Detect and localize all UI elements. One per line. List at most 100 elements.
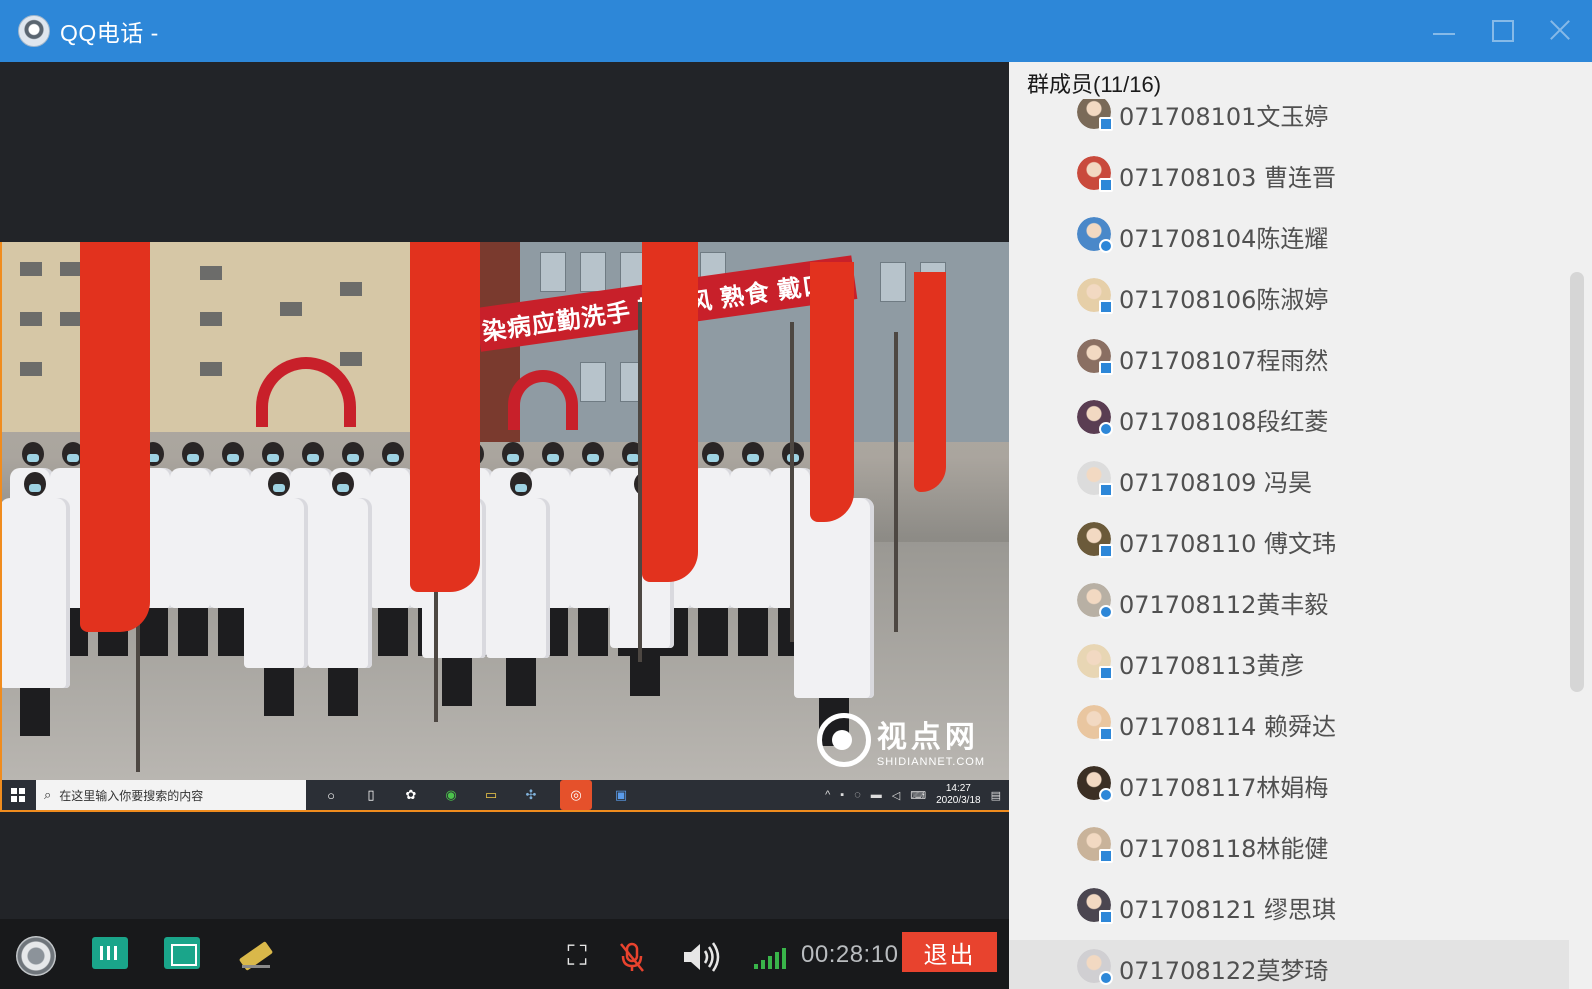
mobile-badge-icon xyxy=(1099,788,1113,802)
tray-battery-icon[interactable]: ▬ xyxy=(871,789,882,801)
search-icon: ⌕ xyxy=(44,787,52,802)
member-list-item[interactable]: 071708108段红菱 xyxy=(1077,391,1567,447)
mobile-badge-icon xyxy=(1099,239,1113,253)
member-list-item[interactable]: 071708114 赖舜达 xyxy=(1077,696,1567,752)
member-list-item[interactable]: 071708104陈连耀 xyxy=(1077,208,1567,264)
shared-photo: 染病应勤洗手 勤通风 熟食 戴口罩 xyxy=(0,242,1009,780)
window-controls xyxy=(1430,16,1574,44)
tray-network-icon[interactable]: ◌ xyxy=(854,789,861,801)
tray-keyboard-icon[interactable]: ⌨ xyxy=(910,789,926,802)
member-list-item[interactable]: 071708103 曹连晋 xyxy=(1077,147,1567,203)
folder-icon[interactable]: ▭ xyxy=(480,784,502,806)
mobile-badge-icon xyxy=(1099,178,1113,192)
browser-icon[interactable]: ◉ xyxy=(440,784,462,806)
call-timer: 00:28:10 xyxy=(801,941,899,968)
fullscreen-icon[interactable]: ⛶ xyxy=(562,940,592,971)
member-list-item[interactable]: 071708122莫梦琦 xyxy=(1009,940,1569,989)
remote-taskbar: ⌕ 在这里输入你要搜索的内容 ○ ▯ ✿ ◉ ▭ ✣ ◎ ▣ ^ ▪ ◌ ▬ ◁… xyxy=(0,780,1009,812)
member-name: 071708107程雨然 xyxy=(1119,346,1329,375)
share-border-accent xyxy=(0,242,2,812)
mobile-badge-icon xyxy=(1099,971,1113,985)
member-name: 071708103 曹连晋 xyxy=(1119,163,1337,192)
member-name: 071708104陈连耀 xyxy=(1119,224,1329,253)
member-name: 071708110 傅文玮 xyxy=(1119,529,1337,558)
member-panel: 群成员(11/16) 071708101文玉婷 071708103 曹连晋 0717… xyxy=(1009,62,1592,989)
taskbar-time: 14:27 xyxy=(945,783,971,794)
tray-chevron-icon[interactable]: ^ xyxy=(825,789,830,801)
member-name: 071708117林娟梅 xyxy=(1119,773,1329,802)
member-list-item[interactable]: 071708121 缪思琪 xyxy=(1077,879,1567,935)
exit-call-button[interactable]: 退出 xyxy=(902,932,997,972)
mobile-badge-icon xyxy=(1099,910,1113,924)
member-list-item[interactable]: 071708110 傅文玮 xyxy=(1077,513,1567,569)
pinwheel-app-icon[interactable]: ✿ xyxy=(400,784,422,806)
member-name: 071708118林能健 xyxy=(1119,834,1329,863)
qq-call-window: QQ电话 - 染病应勤洗手 熟食 视点网 SHIDIANNET.COM ⌕ 在这… xyxy=(0,0,1592,989)
camera-icon[interactable] xyxy=(16,936,56,976)
title-bar: QQ电话 - xyxy=(0,0,1592,62)
member-name: 071708121 缪思琪 xyxy=(1119,895,1337,924)
taskbar-date: 2020/3/18 xyxy=(936,795,981,806)
member-list-item[interactable]: 071708117林娟梅 xyxy=(1077,757,1567,813)
member-name: 071708108段红菱 xyxy=(1119,407,1329,436)
notification-icon[interactable]: ▤ xyxy=(991,789,1001,802)
demo-window-icon[interactable] xyxy=(164,937,200,969)
member-list-scrollbar[interactable] xyxy=(1570,272,1584,692)
watermark-text: 视点网 xyxy=(876,721,979,754)
mobile-badge-icon xyxy=(1099,727,1113,741)
mic-muted-icon[interactable] xyxy=(614,939,650,975)
photo-watermark: 视点网 SHIDIANNET.COM xyxy=(816,712,985,768)
mobile-badge-icon xyxy=(1099,300,1113,314)
member-name: 071708101文玉婷 xyxy=(1119,102,1329,131)
minimize-icon[interactable] xyxy=(1430,16,1458,44)
member-list[interactable]: 071708101文玉婷 071708103 曹连晋 071708104陈连耀 071… xyxy=(1009,92,1569,989)
member-list-item[interactable]: 071708107程雨然 xyxy=(1077,330,1567,386)
taskbar-search-box[interactable]: ⌕ 在这里输入你要搜索的内容 xyxy=(36,780,306,810)
watermark-logo-icon xyxy=(816,713,871,767)
video-area: 染病应勤洗手 勤通风 熟食 戴口罩 xyxy=(0,62,1009,919)
call-toolbar: ⛶ 00:28:10 退出 xyxy=(0,919,1009,989)
taskbar-apps: ○ ▯ ✿ ◉ ▭ ✣ ◎ ▣ xyxy=(320,780,632,810)
qq-call-logo-icon xyxy=(18,15,50,47)
member-name: 071708113黄彦 xyxy=(1119,651,1305,680)
mobile-badge-icon xyxy=(1099,544,1113,558)
member-list-item[interactable]: 071708113黄彦 xyxy=(1077,635,1567,691)
taskbar-search-placeholder: 在这里输入你要搜索的内容 xyxy=(59,788,204,803)
close-icon[interactable] xyxy=(1546,16,1574,44)
member-name: 071708112黄丰毅 xyxy=(1119,590,1329,619)
member-name: 071708114 赖舜达 xyxy=(1119,712,1337,741)
mobile-badge-icon xyxy=(1099,117,1113,131)
member-list-item[interactable]: 071708109 冯昊 xyxy=(1077,452,1567,508)
member-list-item[interactable]: 071708112黄丰毅 xyxy=(1077,574,1567,630)
member-name: 071708109 冯昊 xyxy=(1119,468,1313,497)
word-icon[interactable]: ▣ xyxy=(610,784,632,806)
member-panel-header: 群成员(11/16) xyxy=(1027,67,1168,99)
member-list-item[interactable]: 071708106陈淑婷 xyxy=(1077,269,1567,325)
share-screen-icon[interactable] xyxy=(92,937,128,969)
mobile-badge-icon xyxy=(1099,483,1113,497)
whiteboard-pencil-icon[interactable] xyxy=(236,939,274,969)
mobile-badge-icon xyxy=(1099,361,1113,375)
photo-building-left xyxy=(0,242,420,432)
mobile-badge-icon xyxy=(1099,605,1113,619)
member-list-item[interactable]: 071708118林能健 xyxy=(1077,818,1567,874)
windows-start-icon[interactable] xyxy=(0,779,36,811)
tray-app-icon[interactable]: ▪ xyxy=(840,789,844,801)
cortana-icon[interactable]: ○ xyxy=(320,784,342,806)
window-title: QQ电话 - xyxy=(60,20,159,46)
watermark-subtext: SHIDIANNET.COM xyxy=(876,756,985,768)
system-tray: ^ ▪ ◌ ▬ ◁ ⌨ 14:27 2020/3/18 ▤ xyxy=(825,783,1009,807)
active-app-icon[interactable]: ◎ xyxy=(560,780,592,810)
gamepad-icon[interactable]: ✣ xyxy=(520,784,542,806)
mobile-badge-icon xyxy=(1099,666,1113,680)
taskbar-clock[interactable]: 14:27 2020/3/18 xyxy=(936,783,981,807)
member-name: 071708122莫梦琦 xyxy=(1119,956,1329,985)
tray-volume-icon[interactable]: ◁ xyxy=(892,789,900,802)
speaker-icon[interactable] xyxy=(680,939,724,975)
member-name: 071708106陈淑婷 xyxy=(1119,285,1329,314)
signal-strength-icon xyxy=(750,945,790,969)
maximize-icon[interactable] xyxy=(1488,16,1516,44)
shared-screen[interactable]: 染病应勤洗手 勤通风 熟食 戴口罩 xyxy=(0,242,1009,812)
mobile-badge-icon xyxy=(1099,422,1113,436)
task-view-icon[interactable]: ▯ xyxy=(360,784,382,806)
